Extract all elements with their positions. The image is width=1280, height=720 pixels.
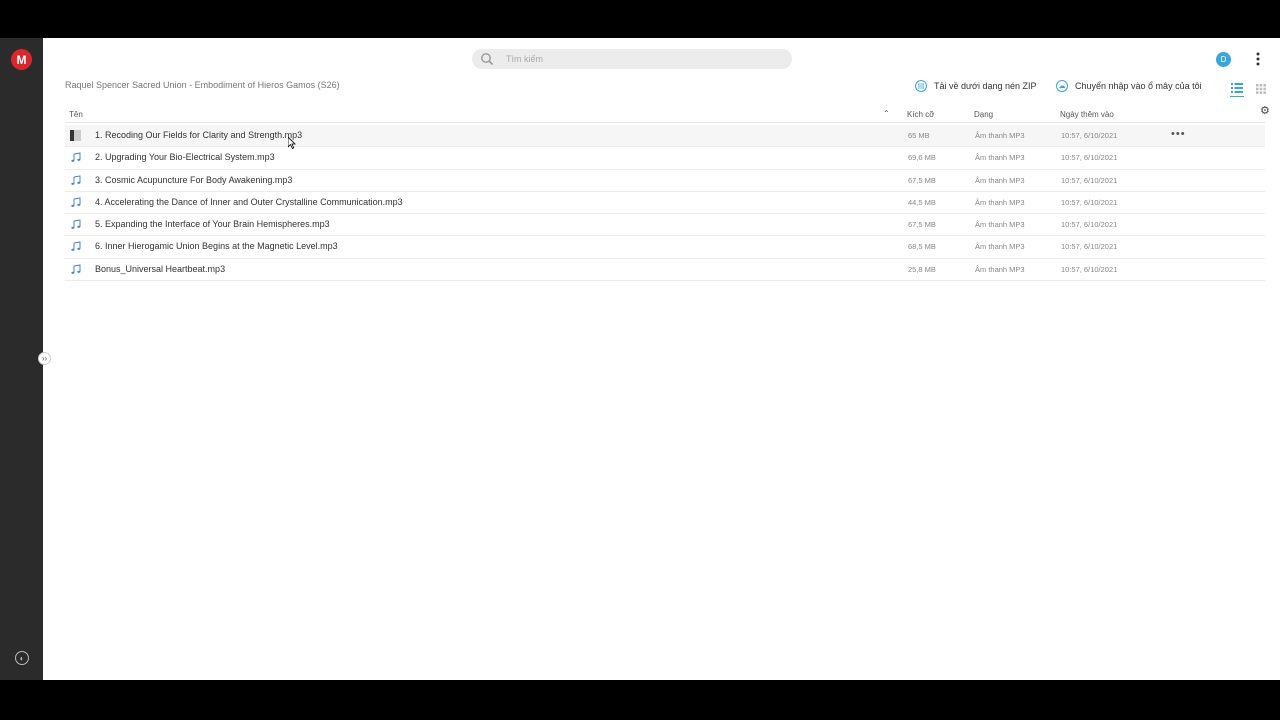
column-header-type[interactable]: Dạng (974, 110, 993, 119)
file-date-added: 10:57, 6/10/2021 (1061, 131, 1118, 140)
audio-file-icon (71, 175, 81, 185)
sort-ascending-icon[interactable]: ⌃ (883, 109, 890, 118)
row-more-options-icon[interactable]: ••• (1171, 128, 1186, 140)
more-options-icon[interactable] (1252, 52, 1264, 68)
file-date-added: 10:57, 6/10/2021 (1061, 264, 1118, 274)
file-type: Âm thanh MP3 (975, 264, 1025, 274)
file-name[interactable]: 5. Expanding the Interface of Your Brain… (95, 219, 330, 229)
file-type: Âm thanh MP3 (975, 197, 1025, 207)
mega-logo[interactable]: M (11, 49, 32, 70)
column-header-name[interactable]: Tên (69, 110, 83, 119)
import-to-cloud-button[interactable]: ☁ Chuyển nhập vào ổ mây của tôi (1056, 78, 1202, 94)
table-row[interactable]: 4. Accelerating the Dance of Inner and O… (65, 192, 1265, 215)
file-name[interactable]: 4. Accelerating the Dance of Inner and O… (95, 197, 403, 207)
file-name[interactable]: 3. Cosmic Acupuncture For Body Awakening… (95, 175, 292, 185)
file-name[interactable]: 1. Recoding Our Fields for Clarity and S… (95, 130, 302, 140)
mouse-cursor-icon (288, 137, 296, 149)
audio-file-icon (71, 241, 81, 252)
table-row[interactable]: 2. Upgrading Your Bio-Electrical System.… (65, 147, 1265, 170)
column-header-date[interactable]: Ngày thêm vào (1060, 110, 1114, 119)
file-size: 69,6 MB (908, 153, 936, 163)
table-row[interactable]: 5. Expanding the Interface of Your Brain… (65, 214, 1265, 237)
download-zip-button[interactable]: ▤ Tải về dưới dạng nén ZIP (915, 78, 1036, 94)
list-view-icon[interactable] (1230, 81, 1244, 97)
app-window: M ◐ ›› D Raquel Spencer Sacred Union - E… (0, 38, 1280, 680)
file-type: Âm thanh MP3 (975, 242, 1025, 252)
file-size: 65 MB (908, 131, 930, 140)
globe-icon[interactable]: ◐ (15, 651, 29, 665)
file-date-added: 10:57, 6/10/2021 (1061, 197, 1118, 207)
file-size: 67,5 MB (908, 175, 936, 185)
search-input[interactable] (504, 53, 768, 65)
table-row[interactable]: Bonus_Universal Heartbeat.mp3 25,8 MB Âm t… (65, 259, 1265, 282)
audio-file-icon (71, 264, 81, 274)
file-date-added: 10:57, 6/10/2021 (1061, 153, 1118, 163)
zip-icon: ▤ (915, 80, 927, 92)
grid-view-icon[interactable] (1256, 81, 1266, 94)
table-row[interactable]: 6. Inner Hierogamic Union Begins at the … (65, 236, 1265, 259)
file-name[interactable]: 2. Upgrading Your Bio-Electrical System.… (95, 152, 275, 162)
file-date-added: 10:57, 6/10/2021 (1061, 175, 1118, 185)
audio-file-icon (71, 197, 81, 207)
column-header-size[interactable]: Kích cỡ (907, 110, 934, 119)
table-row[interactable]: 1. Recoding Our Fields for Clarity and S… (65, 125, 1265, 148)
search-icon (480, 52, 494, 66)
file-size: 25,8 MB (908, 264, 936, 274)
table-header: Tên ⌃ Kích cỡ Dạng Ngày thêm vào (65, 107, 1265, 123)
file-name[interactable]: 6. Inner Hierogamic Union Begins at the … (95, 241, 338, 251)
audio-file-icon (71, 219, 81, 230)
file-size: 68,5 MB (908, 242, 936, 252)
search-bar[interactable] (472, 49, 792, 69)
audio-file-icon (71, 152, 81, 163)
file-name[interactable]: Bonus_Universal Heartbeat.mp3 (95, 264, 225, 274)
sidebar: M ◐ (0, 38, 43, 680)
checkbox-icon[interactable] (70, 130, 81, 141)
file-size: 44,5 MB (908, 197, 936, 207)
import-to-cloud-label: Chuyển nhập vào ổ mây của tôi (1075, 81, 1202, 91)
file-type: Âm thanh MP3 (975, 131, 1025, 140)
file-type: Âm thanh MP3 (975, 153, 1025, 163)
cloud-icon: ☁ (1056, 80, 1068, 92)
user-avatar[interactable]: D (1216, 52, 1231, 67)
file-list: 1. Recoding Our Fields for Clarity and S… (65, 125, 1265, 282)
breadcrumb[interactable]: Raquel Spencer Sacred Union - Embodiment… (65, 80, 340, 90)
file-date-added: 10:57, 6/10/2021 (1061, 220, 1118, 230)
file-type: Âm thanh MP3 (975, 220, 1025, 230)
file-type: Âm thanh MP3 (975, 175, 1025, 185)
file-size: 67,5 MB (908, 220, 936, 230)
file-date-added: 10:57, 6/10/2021 (1061, 242, 1118, 252)
table-row[interactable]: 3. Cosmic Acupuncture For Body Awakening… (65, 170, 1265, 192)
expand-sidebar-button[interactable]: ›› (38, 352, 51, 365)
download-zip-label: Tải về dưới dạng nén ZIP (934, 81, 1037, 91)
